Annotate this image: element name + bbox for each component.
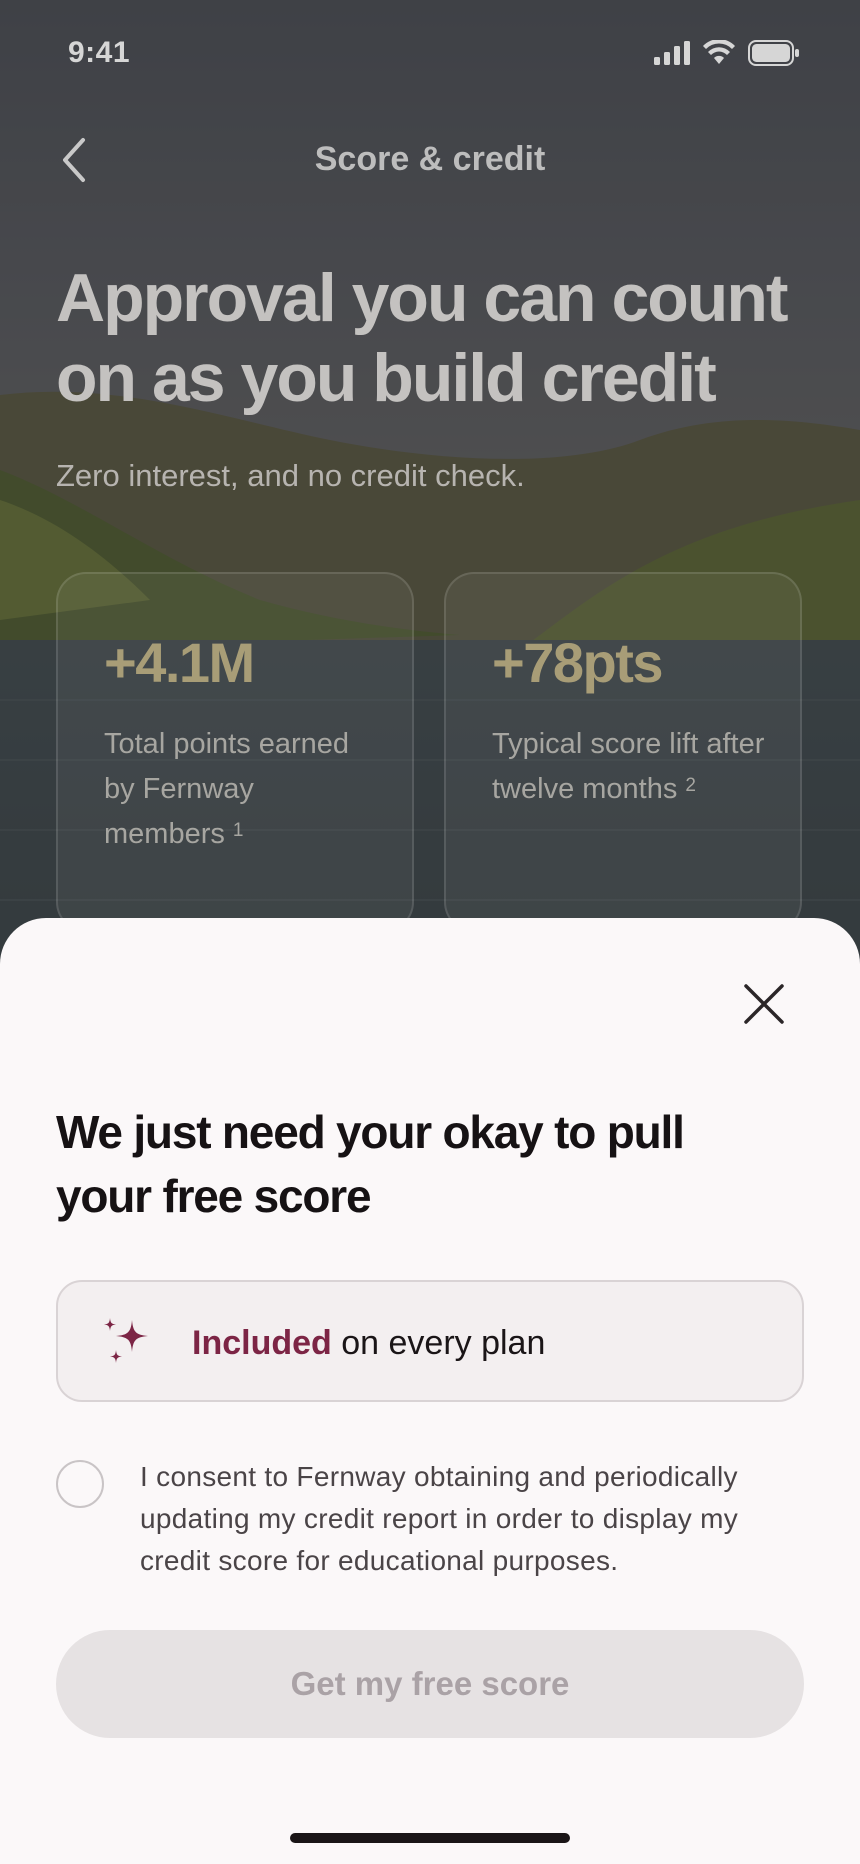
hero-headline: Approval you can count on as you build c… [56, 260, 789, 416]
stat-card-score-lift: +78pts Typical score lift after twelve m… [444, 572, 802, 932]
plan-inclusion-banner: Included on every plan [56, 1280, 804, 1402]
stat-value: +78pts [492, 631, 664, 694]
home-indicator [290, 1833, 570, 1843]
get-free-score-button[interactable]: Get my free score [56, 1630, 804, 1738]
page-title: Score & credit [314, 140, 546, 178]
sheet-title: We just need your okay to pull your free… [56, 1106, 685, 1222]
nav-bar: Score & credit [0, 130, 860, 190]
wifi-icon [703, 40, 735, 64]
consent-bottom-sheet: We just need your okay to pull your free… [0, 918, 860, 1864]
consent-checkbox[interactable] [56, 1460, 104, 1508]
footnote-marker: 2 [685, 775, 696, 796]
battery-icon [748, 40, 799, 66]
stat-card-points: +4.1M Total points earned by Fernway mem… [56, 572, 414, 932]
consent-text: I consent to Fernway obtaining and perio… [140, 1461, 738, 1576]
hero-subhead: Zero interest, and no credit check. [56, 458, 525, 493]
stat-value: +4.1M [104, 631, 255, 694]
stat-description: Total points earned by Fernway members 1 [104, 728, 350, 850]
close-icon [744, 984, 784, 1024]
status-time: 9:41 [68, 36, 131, 69]
close-button[interactable] [738, 978, 790, 1030]
footnote-marker: 1 [232, 820, 244, 841]
stat-description: Typical score lift after twelve months 2 [492, 728, 765, 805]
status-icons [654, 40, 800, 66]
included-highlight: Included [192, 1324, 332, 1362]
status-bar: 9:41 [0, 0, 860, 110]
plan-inclusion-text: Included on every plan [192, 1324, 546, 1362]
sparkle-icon [104, 1318, 148, 1363]
cellular-signal-icon [654, 41, 690, 65]
